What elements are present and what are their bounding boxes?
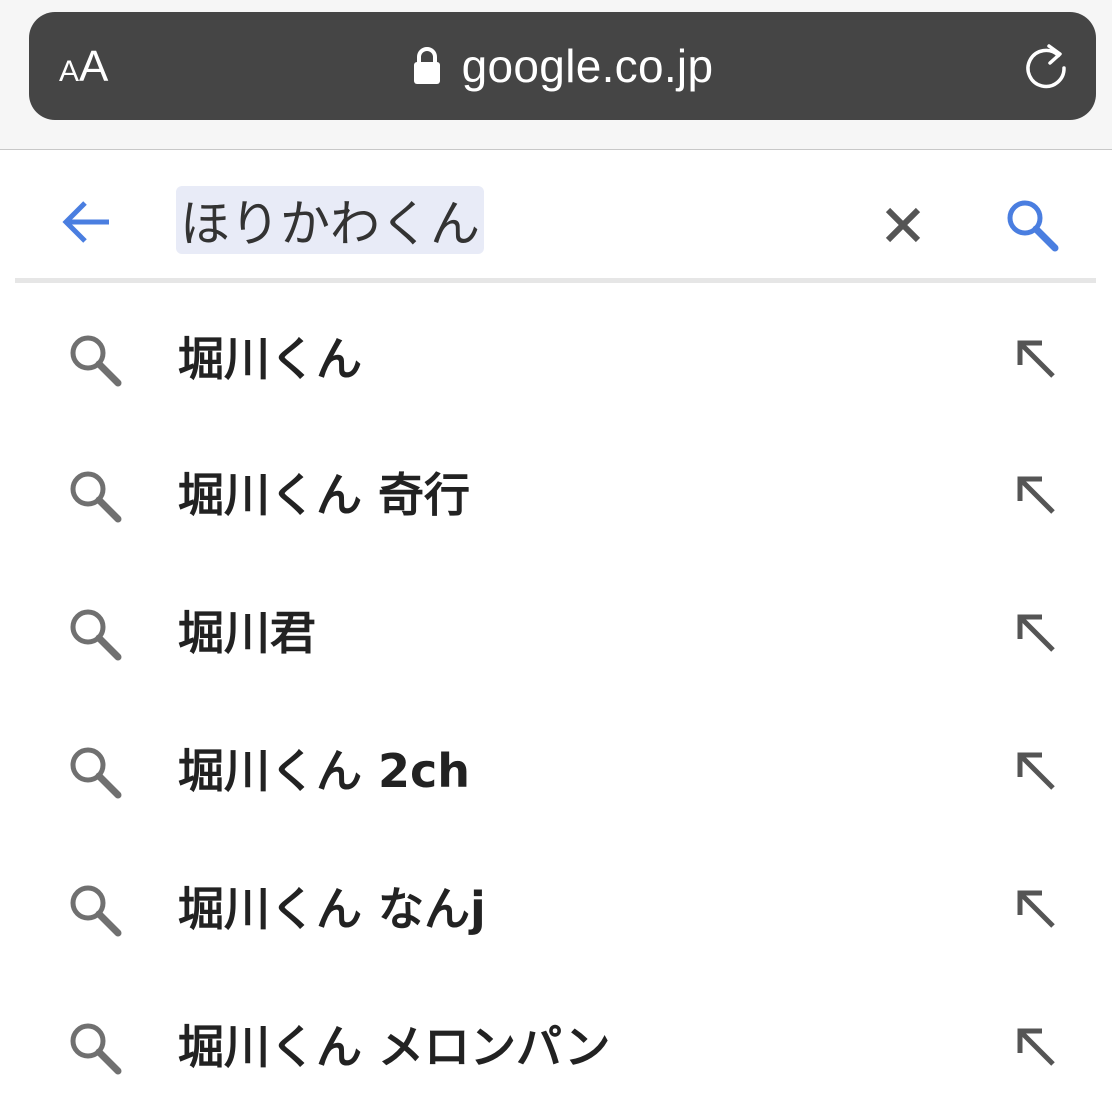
suggestion-text: 堀川くん 奇行	[178, 468, 471, 522]
search-icon	[70, 1023, 122, 1075]
suggestion-text: 堀川くん	[178, 332, 362, 386]
suggestion-item[interactable]: 堀川くん メロンパン	[0, 975, 1112, 1113]
search-icon	[70, 609, 122, 661]
suggestion-item[interactable]: 堀川くん なんj	[0, 837, 1112, 975]
suggestion-item[interactable]: 堀川くん 2ch	[0, 699, 1112, 837]
search-icon	[70, 885, 122, 937]
search-icon	[70, 747, 122, 799]
lock-icon	[413, 47, 440, 84]
url-display[interactable]: google.co.jp	[412, 39, 714, 93]
address-bar[interactable]: AA google.co.jp	[29, 12, 1096, 120]
search-input[interactable]: ほりかわくん	[176, 186, 484, 254]
suggestion-item[interactable]: 堀川くん	[0, 287, 1112, 423]
fill-query-arrow-icon[interactable]	[1012, 609, 1058, 655]
suggestion-item[interactable]: 堀川君	[0, 561, 1112, 699]
suggestion-list: 堀川くん 堀川くん 奇行 堀川君 堀川くん 2ch 堀川くん なんj 堀川くん …	[0, 285, 1112, 1113]
fill-query-arrow-icon[interactable]	[1012, 1023, 1058, 1069]
suggestion-item[interactable]: 堀川くん 奇行	[0, 423, 1112, 561]
fill-query-arrow-icon[interactable]	[1012, 885, 1058, 931]
suggestion-text: 堀川君	[178, 606, 316, 660]
reload-icon[interactable]	[1020, 42, 1072, 94]
fill-query-arrow-icon[interactable]	[1012, 471, 1058, 517]
suggestion-text: 堀川くん なんj	[178, 882, 486, 936]
text-size-small-label: A	[59, 55, 80, 88]
close-icon[interactable]	[883, 205, 923, 245]
search-icon[interactable]	[1003, 196, 1061, 254]
url-text: google.co.jp	[461, 40, 714, 92]
text-size-large-label: A	[79, 42, 109, 91]
search-query-text: ほりかわくん	[180, 195, 480, 253]
text-size-button[interactable]: AA	[59, 42, 109, 91]
search-icon	[70, 335, 122, 387]
suggestion-text: 堀川くん 2ch	[178, 744, 471, 798]
fill-query-arrow-icon[interactable]	[1012, 747, 1058, 793]
search-icon	[70, 471, 122, 523]
browser-toolbar: AA google.co.jp	[0, 0, 1112, 150]
suggestion-text: 堀川くん メロンパン	[178, 1020, 611, 1074]
fill-query-arrow-icon[interactable]	[1012, 335, 1058, 381]
arrow-left-icon[interactable]	[61, 196, 113, 248]
search-bar: ほりかわくん	[15, 152, 1096, 283]
